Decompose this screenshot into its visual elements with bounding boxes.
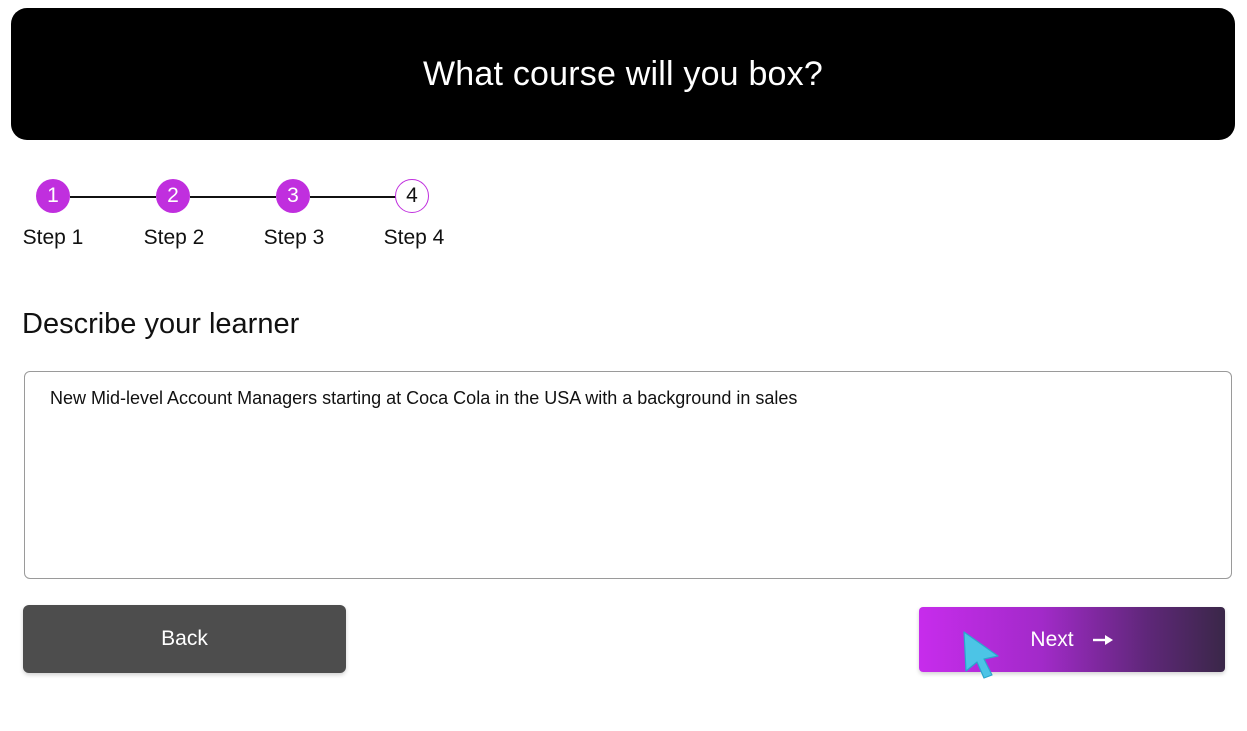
stepper: 1 2 3 4 Step 1 Step 2 Step 3 Step 4 xyxy=(0,0,480,260)
step-1-indicator[interactable]: 1 xyxy=(36,179,70,213)
step-3-label: Step 3 xyxy=(263,226,325,249)
learner-description-value: New Mid-level Account Managers starting … xyxy=(50,388,798,408)
step-3-number: 3 xyxy=(287,184,299,207)
arrow-right-icon xyxy=(1092,633,1114,647)
mouse-pointer-icon xyxy=(963,631,999,679)
step-connector xyxy=(70,196,156,198)
step-1-label: Step 1 xyxy=(22,226,84,249)
step-1-number: 1 xyxy=(47,184,59,207)
next-button-label: Next xyxy=(1030,627,1074,651)
step-connector xyxy=(190,196,276,198)
step-4-number: 4 xyxy=(406,184,418,207)
back-button[interactable]: Back xyxy=(23,605,346,673)
section-title: Describe your learner xyxy=(22,308,300,340)
step-2-number: 2 xyxy=(167,184,179,207)
step-2-label: Step 2 xyxy=(143,226,205,249)
learner-description-textarea[interactable]: New Mid-level Account Managers starting … xyxy=(24,371,1232,579)
step-connector xyxy=(310,196,396,198)
step-4-label: Step 4 xyxy=(383,226,445,249)
step-2-indicator[interactable]: 2 xyxy=(156,179,190,213)
step-3-indicator[interactable]: 3 xyxy=(276,179,310,213)
wizard-page: What course will you box? 1 2 3 4 Step 1… xyxy=(0,0,1247,731)
page-title: What course will you box? xyxy=(423,54,823,93)
step-4-indicator[interactable]: 4 xyxy=(395,179,429,213)
back-button-label: Back xyxy=(161,627,208,650)
